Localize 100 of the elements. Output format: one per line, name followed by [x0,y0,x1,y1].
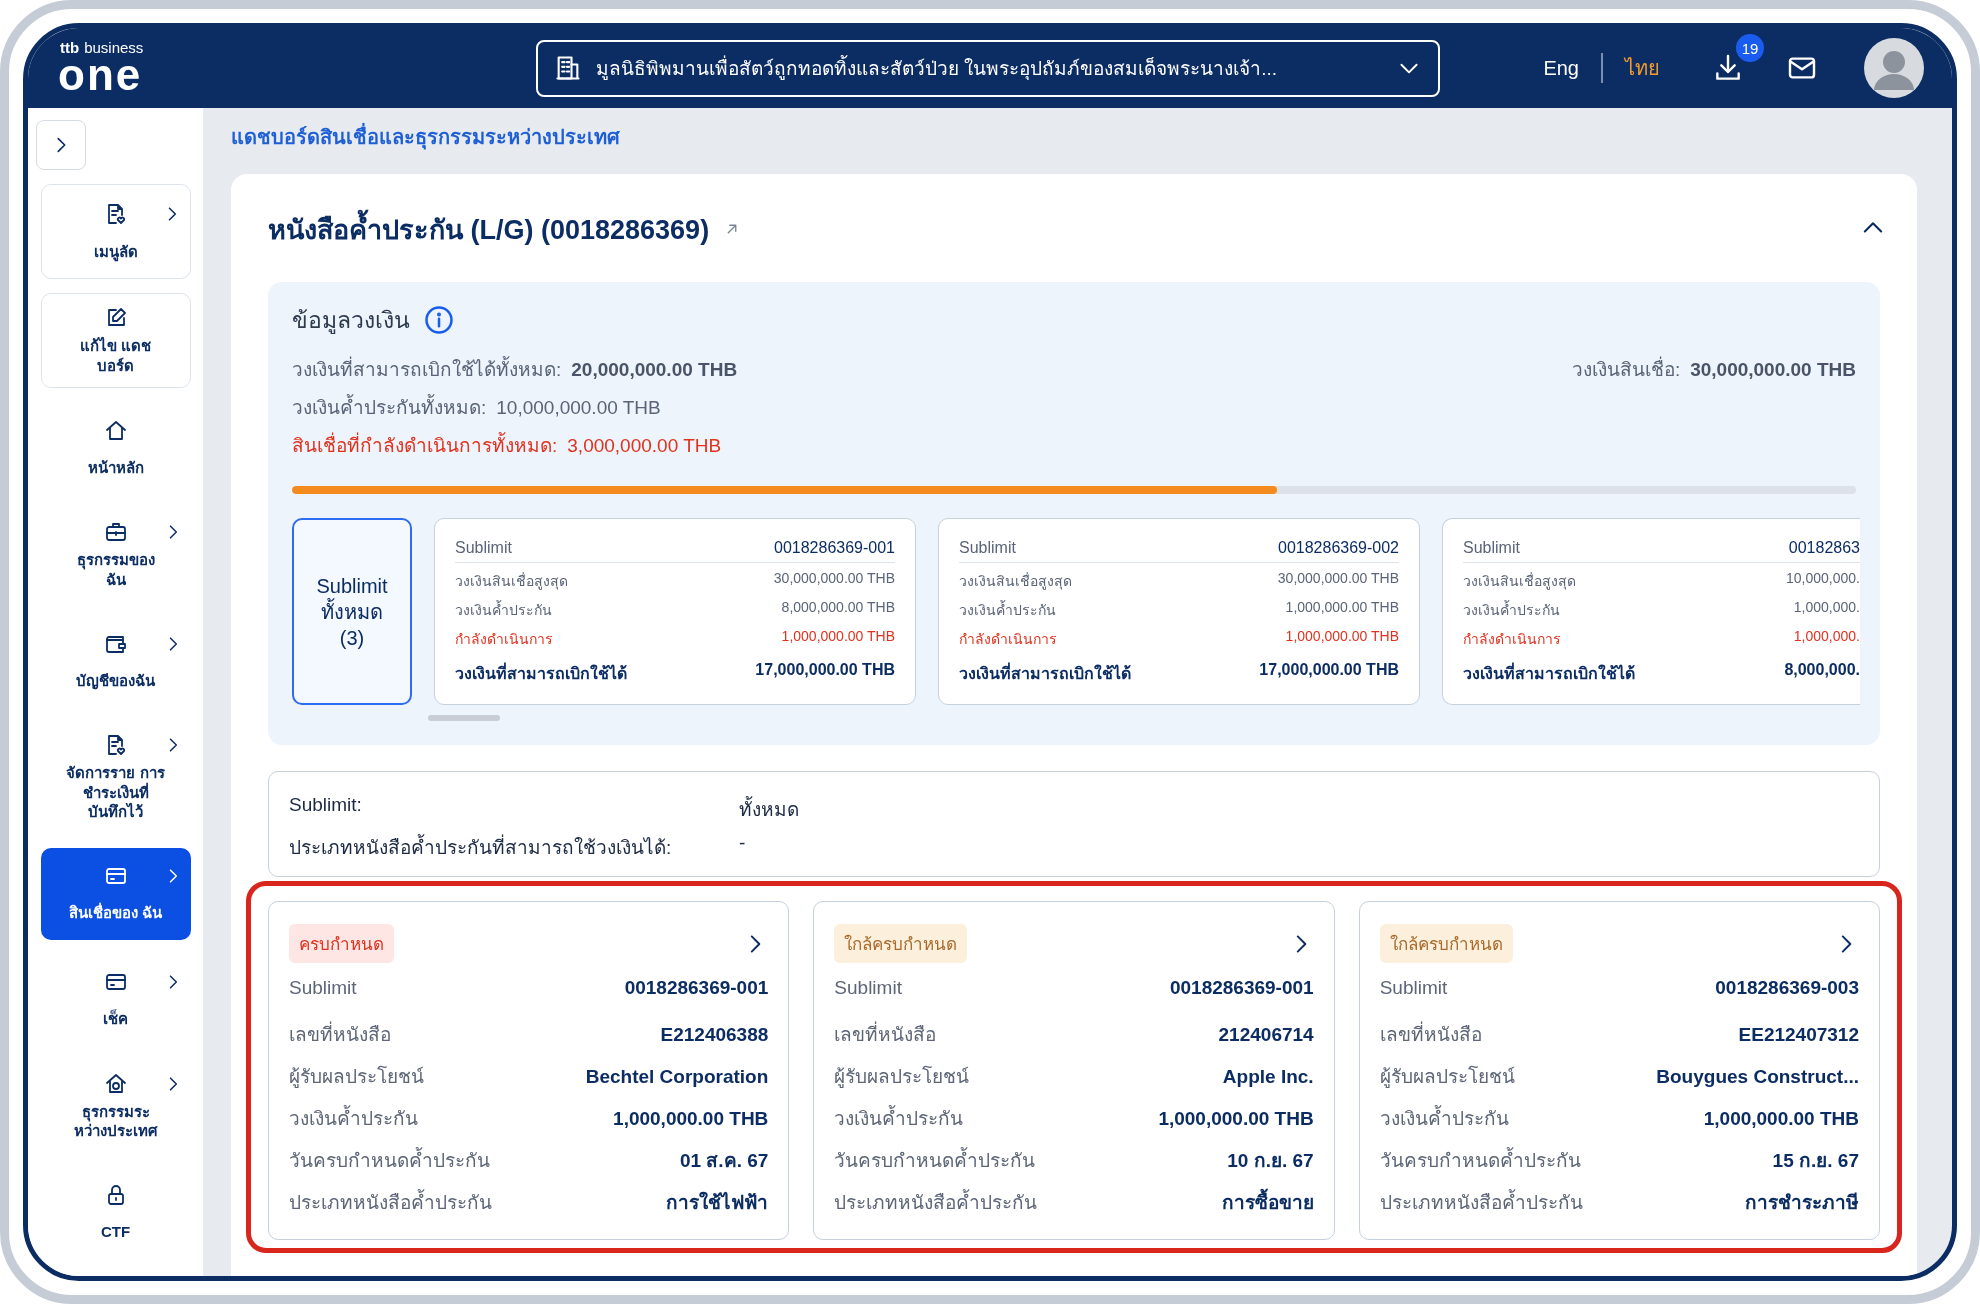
sublimit-all-tab[interactable]: Sublimit ทั้งหมด (3) [292,518,412,705]
sublimit-id: 0018286369-002 [1278,539,1399,557]
sidebar-item[interactable]: ธุรกรรมของ ฉัน [40,508,191,601]
limit-value: 3,000,000.00 THB [567,435,722,457]
sidebar-item[interactable]: CTF [40,1166,191,1259]
limit-label: วงเงินสินเชื่อ: [1571,354,1681,384]
field-value: Bechtel Corporation [585,1066,769,1088]
limit-value: 10,000,000.00 THB [496,397,661,419]
field-label: ผู้รับผลประโยชน์ [289,1064,424,1090]
sublimit-row-label: วงเงินสินเชื่อสูงสุด [1463,571,1576,592]
field-value: 10 ก.ย. 67 [1227,1149,1314,1173]
sublimit-row-value: 17,000,000.00 THB [1259,661,1399,680]
status-tag: ครบกำหนด [289,924,394,963]
sidebar-item[interactable]: หน้าหลัก [40,402,191,494]
field-value: การใช้ไฟฟ้า [666,1190,769,1215]
field-label: ประเภทหนังสือค้ำประกัน [289,1187,492,1217]
limit-value: 30,000,000.00 THB [1690,359,1856,381]
sublimit-row-label: วงเงินสินเชื่อสูงสุด [455,571,568,592]
sublimit-row-value: 17,000,000.00 THB [755,661,895,680]
filter-label: ประเภทหนังสือค้ำประกันที่สามารถใช้วงเงินได้: [289,832,739,862]
language-option[interactable]: ไทย [1621,52,1664,84]
building-icon [554,54,582,82]
sidebar-item[interactable]: สินเชื่อของ ฉัน [40,847,191,940]
sublimit-row-value: 8,000,000. [1784,661,1860,680]
sublimit-row-value: 10,000,000. [1786,570,1860,588]
field-label: Sublimit [834,977,902,999]
field-label: วงเงินค้ำประกัน [289,1103,418,1133]
field-value: E212406388 [660,1024,769,1046]
sublimit-row-label: กำลังดำเนินการ [1463,630,1561,649]
info-icon[interactable] [424,305,454,335]
scroll-thumb[interactable] [428,715,500,721]
notification-badge: 19 [1736,34,1764,62]
sublimit-row-label: วงเงินที่สามารถเบิกใช้ได้ [959,661,1131,686]
sublimit-row-label: วงเงินที่สามารถเบิกใช้ได้ [1463,661,1635,686]
sublimit-row-value: 1,000,000.00 THB [1285,628,1399,646]
sublimit-row-label: วงเงินที่สามารถเบิกใช้ได้ [455,661,627,686]
guarantee-card[interactable]: ใกล้ครบกำหนด Sublimit 0018286369-001 เลขที่หนังสือ 212406714 ผู้รับผลประโยชน์ Apple Inc. วงเงินค้ำประกัน 1,000,000.00 THB วันครบกำหนดค้ำประกัน 10 ก.ย. 67 ประเภทหนังสือค้ำประกัน การซื้อขาย [813,901,1335,1240]
field-value: EE212407312 [1738,1024,1859,1046]
sidebar-item[interactable]: เมนูลัด [40,184,191,279]
sidebar-item[interactable]: แก้ไข แดชบอร์ด [40,293,191,388]
limit-label: วงเงินที่สามารถเบิกใช้ได้ทั้งหมด: [292,354,562,384]
guarantee-card[interactable]: ครบกำหนด Sublimit 0018286369-001 เลขที่หนังสือ E212406388 ผู้รับผลประโยชน์ Bechtel Corporation วงเงินค้ำประกัน 1,000,000.00 THB วันครบกำหนดค้ำประกัน 01 ส.ค. 67 ประเภทหนังสือค้ำประกัน การใช้ไฟฟ้า [268,901,790,1240]
field-label: วันครบกำหนดค้ำประกัน [289,1145,490,1175]
field-label: เลขที่หนังสือ [834,1019,937,1049]
sidebar-item[interactable]: ธุรกรรมระ หว่างประเทศ [40,1059,191,1153]
sublimit-card[interactable]: Sublimit 0018286369-002 วงเงินสินเชื่อสูงสุด 30,000,000.00 THB วงเงินค้ำประกัน 1,000,000.00 THB กำลังดำเนินการ 1,000,000.00 THB วงเงินที่สามารถเบิกใช้ได้ 17,000,000.00 THB [938,518,1420,705]
field-label: Sublimit [289,977,357,999]
field-value: Bouygues Construct... [1656,1066,1859,1088]
sidebar-item[interactable]: บัญชีของฉัน [40,615,191,707]
filter-label: Sublimit: [289,794,363,817]
field-value: การซื้อขาย [1221,1187,1314,1217]
field-value: 0018286369-001 [624,977,769,999]
field-value: 1,000,000.00 THB [613,1108,769,1130]
avatar[interactable] [1864,38,1924,98]
field-label: เลขที่หนังสือ [289,1019,391,1049]
filter-value: ทั้งหมด [739,794,799,824]
sublimit-id: 0018286369-001 [774,539,895,557]
field-label: วันครบกำหนดค้ำประกัน [834,1145,1036,1175]
sidebar-item[interactable]: จัดการราย การชำระเงินที่ บันทึกไว้ [40,721,191,834]
sublimit-row-value: 1,000,000.00 THB [1285,599,1399,617]
limit-value: 20,000,000.00 THB [571,359,738,381]
sublimit-card[interactable]: Sublimit 00182863 วงเงินสินเชื่อสูงสุด 10,000,000. วงเงินค้ำประกัน 1,000,000. กำลังดำเนินการ 1,000,000. วงเงินที่สามารถเบิกใช้ได้ 8,000,000. [1442,518,1860,705]
language-option[interactable]: Eng [1539,56,1583,80]
limit-label: สินเชื่อที่กำลังดำเนินการทั้งหมด: [292,430,558,460]
limit-label: วงเงินค้ำประกันทั้งหมด: [292,392,487,422]
status-tag: ใกล้ครบกำหนด [1379,924,1513,963]
guarantee-card[interactable] [1358,901,1880,1240]
field-label: ประเภทหนังสือค้ำประกัน [1379,1187,1583,1217]
logo: ttb business one [58,39,145,97]
field-value: 1,000,000.00 THB [1703,1108,1859,1130]
field-label: ผู้รับผลประโยชน์ [1379,1064,1515,1090]
briefcase-icon [103,520,128,544]
section-title: หนังสือค้ำประกัน (L/G) (0018286369) [268,207,710,251]
field-value: Apple Inc. [1222,1066,1314,1088]
sublimit-row-label: กำลังดำเนินการ [959,630,1057,649]
sublimit-row-value: 30,000,000.00 THB [773,570,895,588]
bank-icon [103,1071,128,1096]
sublimit-row-value: 1,000,000. [1793,599,1860,617]
organization-dropdown[interactable]: มูลนิธิพิพมานเพื่อสัตว์ถูกทอดทิ้งและสัตว์ป่วย ในพระอุปถัมภ์ของสมเด็จพระนางเจ้า... [536,39,1440,97]
home-icon [103,418,128,443]
sublimit-label: Sublimit [959,539,1016,557]
sidebar-item[interactable]: เช็ค [40,953,191,1046]
field-label: เลขที่หนังสือ [1379,1019,1482,1049]
sublimit-row-label: วงเงินค้ำประกัน [1463,599,1560,620]
field-value: 0018286369-003 [1715,977,1859,999]
sublimit-id: 00182863 [1788,539,1860,557]
field-label: ประเภทหนังสือค้ำประกัน [834,1187,1038,1217]
status-tag: ใกล้ครบกำหนด [834,924,968,963]
filter-value: - [739,832,746,855]
field-value: 212406714 [1218,1024,1314,1046]
sublimit-row-label: วงเงินค้ำประกัน [959,599,1056,620]
field-label: วงเงินค้ำประกัน [834,1103,964,1133]
field-value: การชำระภาษี [1745,1191,1859,1215]
sublimit-row-value: 30,000,000.00 THB [1277,570,1399,588]
sublimit-card[interactable]: Sublimit 0018286369-001 วงเงินสินเชื่อสูงสุด 30,000,000.00 THB วงเงินค้ำประกัน 8,000,000.00 THB กำลังดำเนินการ 1,000,000.00 THB วงเงินที่สามารถเบิกใช้ได้ 17,000,000.00 THB [434,518,916,705]
sublimit-row-value: 1,000,000.00 THB [781,628,895,646]
field-label: ผู้รับผลประโยชน์ [834,1064,970,1090]
field-value: 15 ก.ย. 67 [1772,1149,1859,1173]
breadcrumb[interactable]: แดชบอร์ดสินเชื่อและธุรกรรมระหว่างประเทศ [203,108,1952,166]
field-value: 0018286369-001 [1169,977,1314,999]
